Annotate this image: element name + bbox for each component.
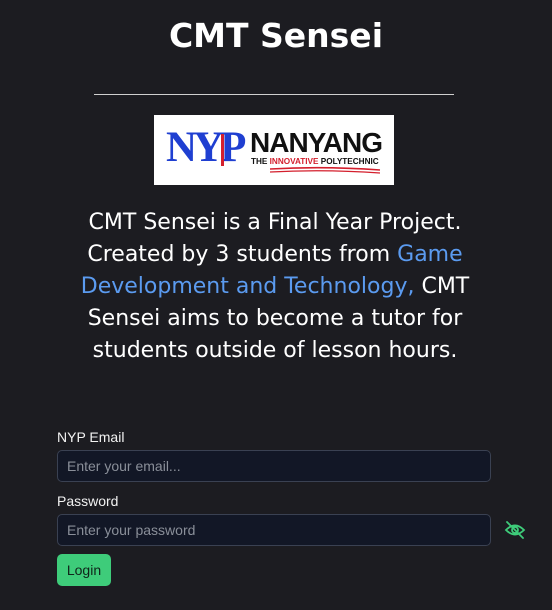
eye-off-icon[interactable] xyxy=(504,520,526,540)
divider xyxy=(94,94,454,95)
email-label: NYP Email xyxy=(57,429,125,445)
page-title: CMT Sensei xyxy=(168,16,384,55)
logo-tagline: THE INNOVATIVE POLYTECHNIC xyxy=(251,157,379,166)
logo-nyp-mark: NYP xyxy=(166,124,246,171)
password-label: Password xyxy=(57,493,119,509)
email-input[interactable] xyxy=(57,450,491,482)
password-input[interactable] xyxy=(57,514,491,546)
project-description: CMT Sensei is a Final Year Project. Crea… xyxy=(80,210,470,363)
logo-name: NANYANG xyxy=(250,127,382,158)
nanyang-polytechnic-logo: NYP NANYANG THE INNOVATIVE POLYTECHNIC xyxy=(154,115,394,185)
login-button[interactable]: Login xyxy=(57,554,111,586)
